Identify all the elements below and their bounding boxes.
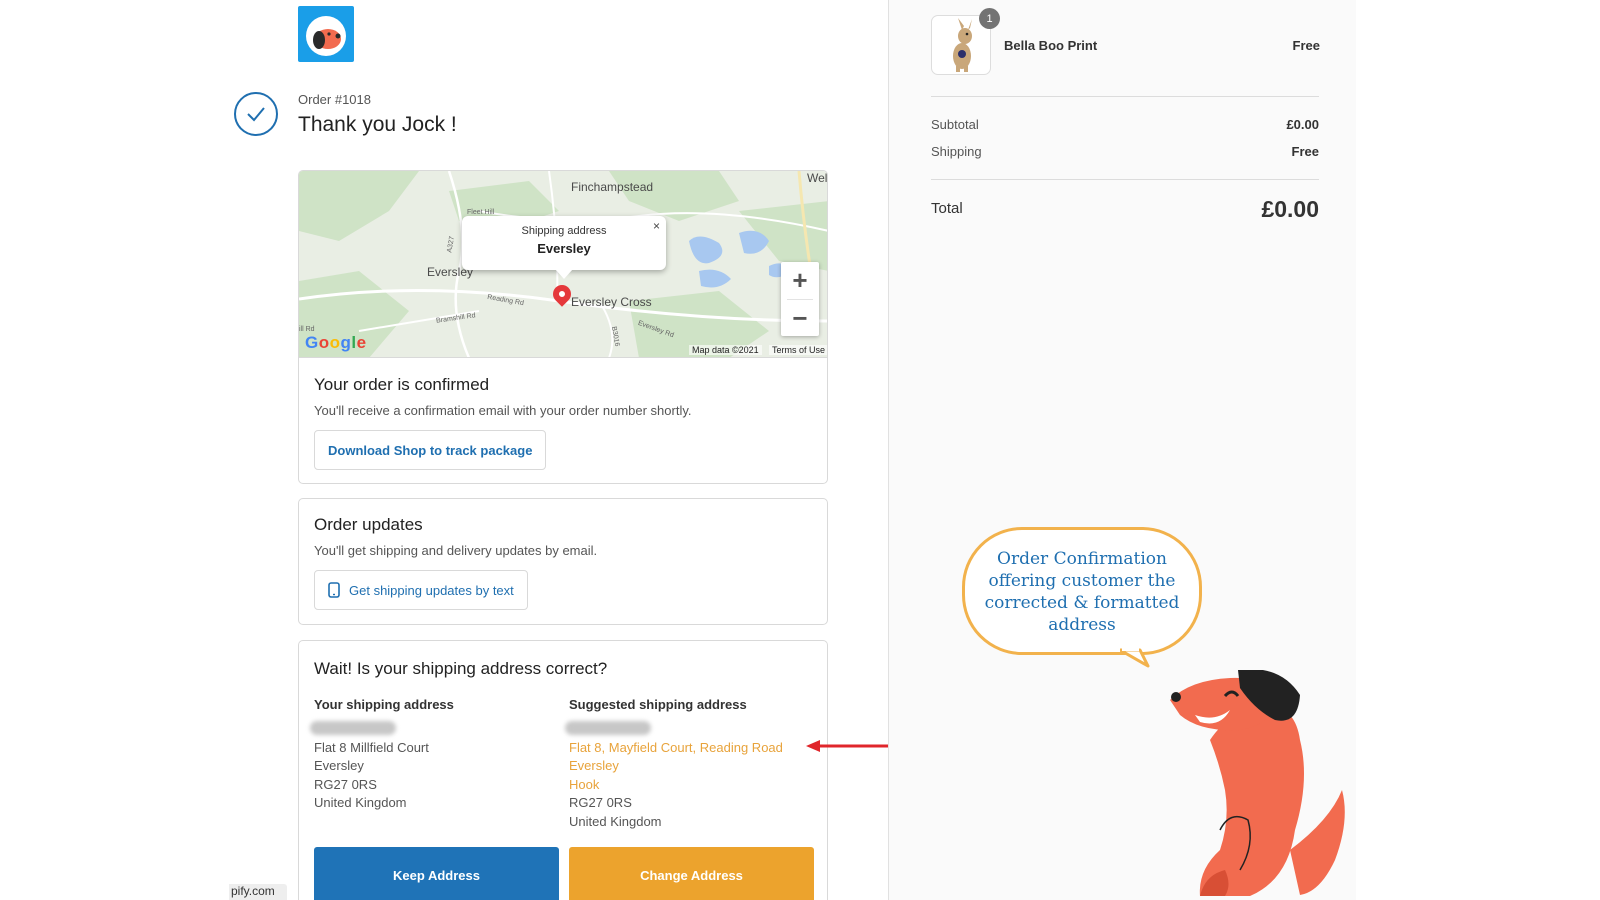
status-bar-url: pify.com: [229, 884, 287, 900]
redacted-name: [565, 720, 651, 735]
phone-icon: [328, 582, 340, 598]
zoom-out-button[interactable]: −: [781, 300, 819, 337]
summary-divider: [931, 96, 1319, 97]
dog-mascot-icon: [1170, 670, 1345, 896]
your-address-heading: Your shipping address: [314, 697, 454, 712]
map-label-wel: Wel: [807, 171, 828, 185]
your-address-column: Your shipping address Flat 8 Millfield C…: [310, 696, 454, 813]
your-address-line: RG27 0RS: [314, 776, 377, 792]
address-question: Wait! Is your shipping address correct?: [314, 659, 608, 678]
annotation-speech-bubble: Order Confirmation offering customer the…: [962, 527, 1202, 655]
updates-section: Order updates You'll get shipping and de…: [314, 515, 597, 610]
map-road-fleet-hill: Fleet Hill: [467, 209, 495, 216]
map-zoom-control: + −: [781, 262, 819, 336]
download-shop-button[interactable]: Download Shop to track package: [314, 430, 547, 470]
shipping-updates-text-button[interactable]: Get shipping updates by text: [314, 570, 528, 610]
popup-close-icon[interactable]: ×: [653, 219, 660, 233]
suggested-address-line: Hook: [569, 776, 600, 792]
thank-you-heading: Thank you Jock !: [298, 113, 457, 136]
subtotal-label: Subtotal: [931, 117, 979, 132]
total-label: Total: [931, 200, 963, 217]
your-address-line: United Kingdom: [314, 795, 407, 810]
order-confirmation-card: Finchampstead Wel Eversley Eversley Cros…: [298, 170, 828, 484]
order-updates-card: Order updates You'll get shipping and de…: [298, 498, 828, 625]
map-label-eversley-cross: Eversley Cross: [571, 295, 652, 309]
subtotal-value: £0.00: [1286, 117, 1319, 132]
shipping-value: Free: [1291, 144, 1319, 159]
google-letter: e: [356, 333, 367, 352]
address-title: Wait! Is your shipping address correct?: [314, 659, 607, 679]
confirmed-title: Your order is confirmed: [314, 375, 490, 394]
confirmed-text: You'll receive a confirmation email with…: [314, 403, 692, 418]
your-address-line: Eversley: [314, 758, 364, 773]
annotation-line: Order Confirmation: [997, 549, 1167, 569]
popup-place: Eversley: [537, 241, 591, 256]
shipping-label: Shipping: [931, 144, 982, 159]
google-letter: g: [340, 333, 352, 352]
keep-address-button[interactable]: Keep Address: [314, 847, 559, 900]
google-logo: Google: [305, 333, 367, 353]
suggested-address-line: Eversley: [569, 758, 619, 773]
order-number: Order #1018: [298, 92, 371, 107]
annotation-line: corrected & formatted: [984, 593, 1180, 613]
suggested-address-column: Suggested shipping address Flat 8, Mayfi…: [565, 696, 783, 831]
confirmed-section: Your order is confirmed You'll receive a…: [314, 375, 691, 470]
shipping-updates-label: Get shipping updates by text: [349, 582, 514, 598]
zoom-in-button[interactable]: +: [781, 262, 819, 299]
annotation-line: offering customer the: [988, 571, 1176, 591]
item-quantity-badge: 1: [979, 8, 1000, 29]
address-verification-card: Wait! Is your shipping address correct? …: [298, 640, 828, 900]
updates-text: You'll get shipping and delivery updates…: [314, 543, 598, 558]
google-letter: G: [305, 333, 319, 352]
annotation-line: address: [1048, 615, 1116, 635]
popup-title: Shipping address: [521, 225, 607, 237]
store-logo[interactable]: [298, 6, 354, 62]
change-address-button[interactable]: Change Address: [569, 847, 814, 900]
dog-logo-icon: [306, 16, 346, 56]
google-letter: o: [329, 333, 341, 352]
map-label-finchampstead: Finchampstead: [571, 180, 654, 194]
google-letter: o: [318, 333, 330, 352]
suggested-address-line: United Kingdom: [569, 813, 662, 829]
map-terms-link[interactable]: Terms of Use: [769, 345, 827, 355]
item-name: Bella Boo Print: [1004, 38, 1098, 53]
order-confirmed-check-icon: [234, 92, 278, 136]
map-data-credit: Map data ©2021: [689, 345, 762, 355]
your-address-line: Flat 8 Millfield Court: [314, 739, 429, 755]
redacted-name: [310, 720, 396, 735]
popup-pointer: [555, 269, 573, 279]
suggested-address-line: Flat 8, Mayfield Court, Reading Road: [569, 739, 783, 755]
suggested-address-line: RG27 0RS: [569, 795, 632, 810]
item-price: Free: [1292, 38, 1320, 53]
speech-bubble-tail-icon: [1120, 648, 1150, 668]
map-popup: Shipping address Eversley ×: [462, 216, 666, 279]
total-value: £0.00: [1261, 196, 1319, 222]
suggested-address-heading: Suggested shipping address: [569, 697, 747, 712]
updates-title: Order updates: [314, 515, 423, 534]
shipping-map[interactable]: Finchampstead Wel Eversley Eversley Cros…: [299, 171, 828, 358]
map-road-hill-rd: ill Rd: [299, 326, 315, 333]
summary-divider: [931, 179, 1319, 180]
